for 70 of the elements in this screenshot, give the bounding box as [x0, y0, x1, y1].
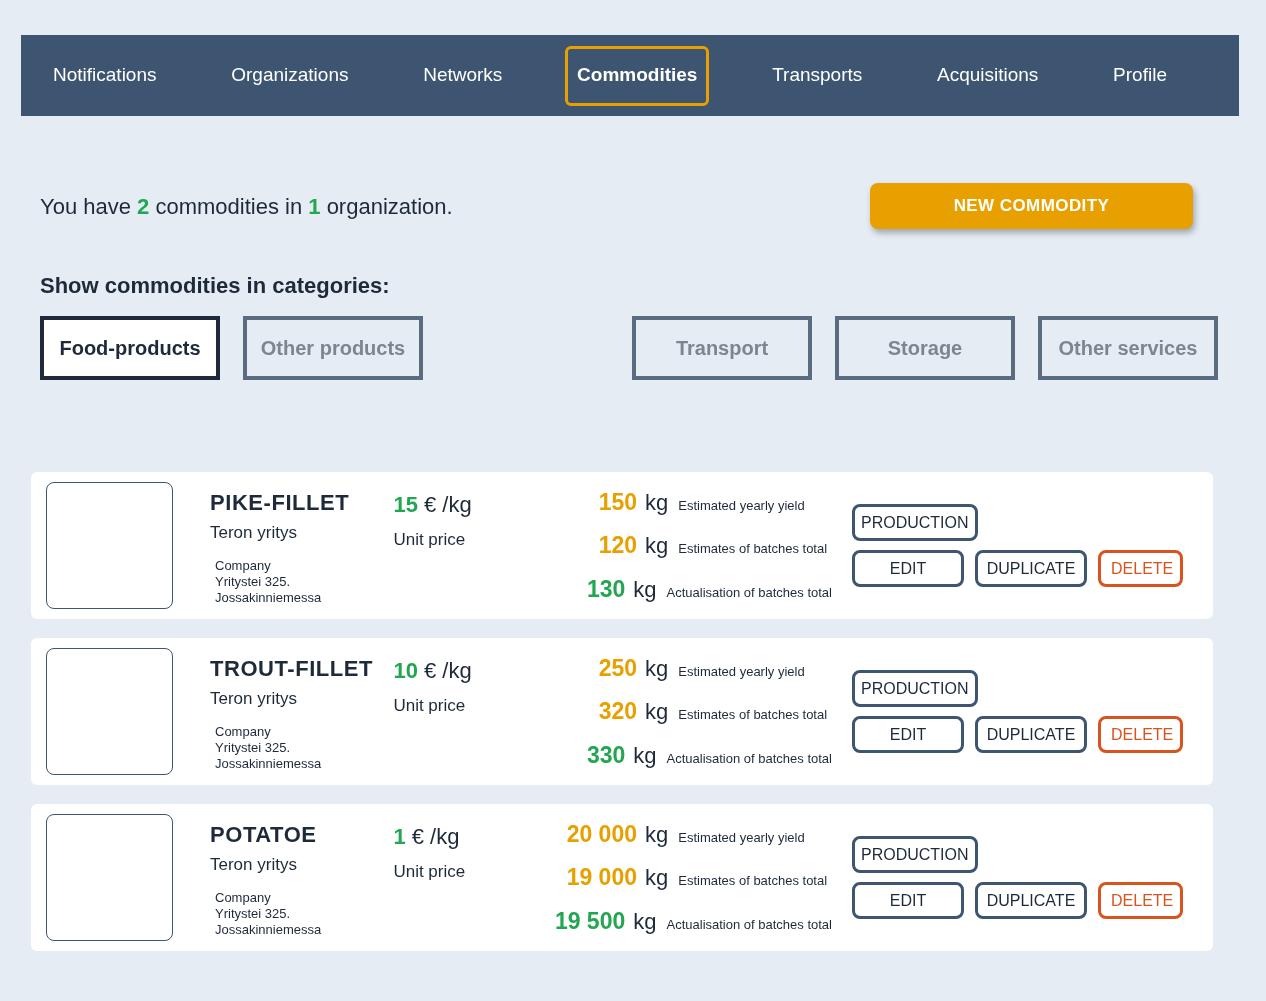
nav-tab[interactable]: Acquisitions — [925, 45, 1051, 106]
stat-value: 120 — [597, 531, 637, 561]
stat-unit: kg — [645, 864, 669, 893]
stat-value: 130 — [585, 574, 626, 604]
stat-unit: kg — [633, 575, 657, 604]
unit-price: 10 € /kg — [393, 657, 473, 685]
company-name: Teron yritys — [210, 522, 298, 544]
address-line: Jossakinniemessa — [215, 589, 323, 606]
action-button[interactable]: DUPLICATE — [975, 882, 1087, 919]
stat-label: Actualisation of batches total — [666, 749, 832, 768]
action-button[interactable]: PRODUCTION — [852, 670, 978, 707]
action-button[interactable]: EDIT — [852, 882, 964, 919]
stat-value: 150 — [597, 487, 637, 517]
stat-label: Actualisation of batches total — [666, 583, 832, 602]
nav-tab[interactable]: Notifications — [41, 45, 169, 106]
stat-unit: kg — [645, 488, 669, 517]
address-line: Company — [215, 723, 272, 740]
categories-heading: Show commodities in categories: — [40, 272, 391, 300]
nav-tab[interactable]: Transports — [760, 45, 875, 106]
unit-price: 15 € /kg — [393, 491, 473, 519]
company-name: Teron yritys — [210, 688, 298, 710]
stat-unit: kg — [645, 532, 669, 561]
stat-value: 320 — [597, 697, 637, 727]
stat-label: Estimates of batches total — [678, 872, 828, 891]
stat-unit: kg — [633, 907, 657, 936]
stat-unit: kg — [633, 741, 657, 770]
action-button[interactable]: PRODUCTION — [852, 504, 978, 541]
unit-price-label: Unit price — [393, 861, 467, 883]
company-name: Teron yritys — [210, 854, 298, 876]
unit-price-label: Unit price — [393, 695, 467, 717]
stat-unit: kg — [645, 820, 669, 849]
address-line: Yritystei 325. — [215, 905, 292, 922]
action-button[interactable]: DUPLICATE — [975, 716, 1087, 753]
category-button[interactable]: Food-products — [40, 316, 220, 380]
delete-button[interactable]: DELETE — [1098, 716, 1183, 753]
stat-unit: kg — [645, 654, 669, 683]
nav-tab[interactable]: Networks — [411, 45, 515, 106]
action-button[interactable]: PRODUCTION — [852, 836, 978, 873]
address-line: Company — [215, 557, 272, 574]
delete-button[interactable]: DELETE — [1098, 550, 1183, 587]
unit-price-label: Unit price — [393, 529, 467, 551]
nav-tab[interactable]: Commodities — [565, 45, 710, 106]
stat-label: Estimates of batches total — [678, 706, 828, 725]
address-line: Jossakinniemessa — [215, 921, 323, 938]
stat-value: 250 — [597, 653, 637, 683]
address-line: Yritystei 325. — [215, 739, 292, 756]
stat-label: Estimated yearly yield — [678, 496, 805, 515]
unit-price: 1 € /kg — [393, 823, 461, 851]
action-button[interactable]: DUPLICATE — [975, 550, 1087, 587]
address-line: Yritystei 325. — [215, 573, 292, 590]
commodity-name: PIKE-FILLET — [210, 489, 351, 517]
stat-value: 330 — [585, 740, 626, 770]
stat-label: Estimated yearly yield — [678, 662, 805, 681]
nav-tab[interactable]: Profile — [1101, 45, 1179, 106]
action-button[interactable]: EDIT — [852, 550, 964, 587]
action-button[interactable]: EDIT — [852, 716, 964, 753]
stat-value: 20 000 — [565, 819, 637, 849]
stat-value: 19 000 — [565, 863, 637, 893]
stat-unit: kg — [645, 698, 669, 727]
address-line: Jossakinniemessa — [215, 755, 323, 772]
stat-label: Estimates of batches total — [678, 540, 828, 559]
stat-value: 19 500 — [553, 906, 626, 936]
commodity-name: TROUT-FILLET — [210, 655, 375, 683]
nav-tab[interactable]: Organizations — [219, 45, 361, 106]
address-line: Company — [215, 889, 272, 906]
summary-text: You have 2 commodities in 1 organization. — [40, 192, 453, 221]
delete-button[interactable]: DELETE — [1098, 882, 1183, 919]
stat-label: Estimated yearly yield — [678, 828, 805, 847]
commodity-name: POTATOE — [210, 821, 318, 849]
stat-label: Actualisation of batches total — [666, 915, 832, 934]
